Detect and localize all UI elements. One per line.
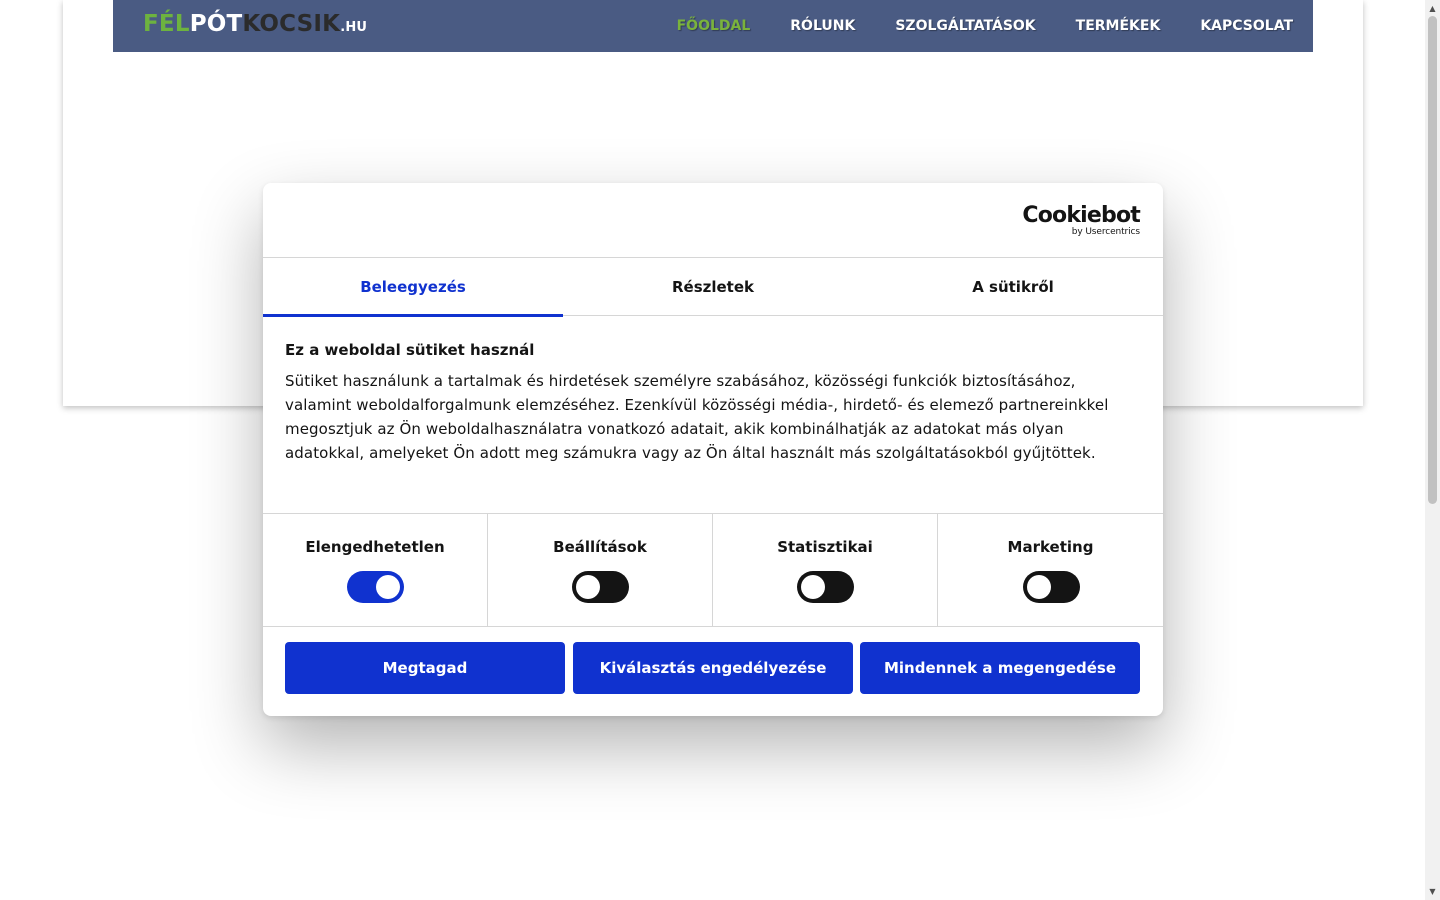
dialog-description: Sütiket használunk a tartalmak és hirdet… [285,372,1109,462]
allow-all-button[interactable]: Mindennek a megengedése [860,642,1140,694]
toggle-cell-statistics: Statisztikai [713,514,938,626]
scroll-down-arrow-icon[interactable]: ▼ [1425,884,1440,899]
site-logo[interactable]: FÉLPÓTKOCSIK.HU [143,11,367,41]
cookiebot-logo[interactable]: Cookiebot by Usercentrics [1022,203,1140,238]
toggle-preferences[interactable] [572,571,629,603]
cookie-consent-dialog: Cookiebot by Usercentrics Beleegyezés Ré… [263,183,1163,716]
nav-link-services[interactable]: SZOLGÁLTATÁSOK [895,18,1035,34]
toggle-label-statistics: Statisztikai [777,538,873,556]
toggle-necessary[interactable] [347,571,404,603]
nav-link-contact[interactable]: KAPCSOLAT [1200,18,1293,34]
toggle-statistics[interactable] [797,571,854,603]
tab-details[interactable]: Részletek [563,258,863,316]
toggle-knob [1026,575,1051,599]
tab-consent[interactable]: Beleegyezés [263,258,563,317]
nav-menu: FŐOLDAL RÓLUNK SZOLGÁLTATÁSOK TERMÉKEK K… [637,0,1293,52]
toggle-label-preferences: Beállítások [553,538,647,556]
dialog-tabs: Beleegyezés Részletek A sütikről [263,258,1163,317]
nav-link-about[interactable]: RÓLUNK [790,18,855,34]
allow-selection-button[interactable]: Kiválasztás engedélyezése [573,642,853,694]
toggle-cell-preferences: Beállítások [488,514,713,626]
cookiebot-sub: by Usercentrics [1071,227,1140,237]
nav-link-home[interactable]: FŐOLDAL [677,18,751,34]
tab-about-cookies[interactable]: A sütikről [863,258,1163,316]
scroll-up-arrow-icon[interactable]: ▲ [1425,1,1440,16]
dialog-buttons: Megtagad Kiválasztás engedélyezése Minde… [285,642,1141,694]
toggle-marketing[interactable] [1022,571,1080,603]
toggle-knob [376,575,400,599]
toggle-knob [576,575,600,599]
toggle-cell-marketing: Marketing [938,514,1163,626]
deny-button[interactable]: Megtagad [285,642,565,694]
logo-part-hu: .HU [340,20,368,35]
page-scrollbar[interactable]: ▲ ▼ [1425,0,1440,900]
scroll-thumb[interactable] [1428,16,1437,504]
toggle-cell-necessary: Elengedhetetlen [263,514,488,626]
dialog-title: Ez a weboldal sütiket használ [285,341,535,359]
logo-part-pot: PÓT [189,11,243,37]
consent-toggles: Elengedhetetlen Beállítások Statisztikai… [263,513,1163,627]
site-navbar: FÉLPÓTKOCSIK.HU FŐOLDAL RÓLUNK SZOLGÁLTA… [113,0,1313,52]
toggle-knob [801,575,825,599]
logo-part-fel: FÉL [143,11,190,37]
cookiebot-brand: Cookiebot [1022,203,1140,228]
logo-part-kocsik: KOCSIK [242,11,341,37]
nav-link-products[interactable]: TERMÉKEK [1076,18,1161,34]
dialog-header: Cookiebot by Usercentrics [263,183,1163,258]
toggle-label-marketing: Marketing [1007,538,1094,556]
toggle-label-necessary: Elengedhetetlen [305,538,445,556]
